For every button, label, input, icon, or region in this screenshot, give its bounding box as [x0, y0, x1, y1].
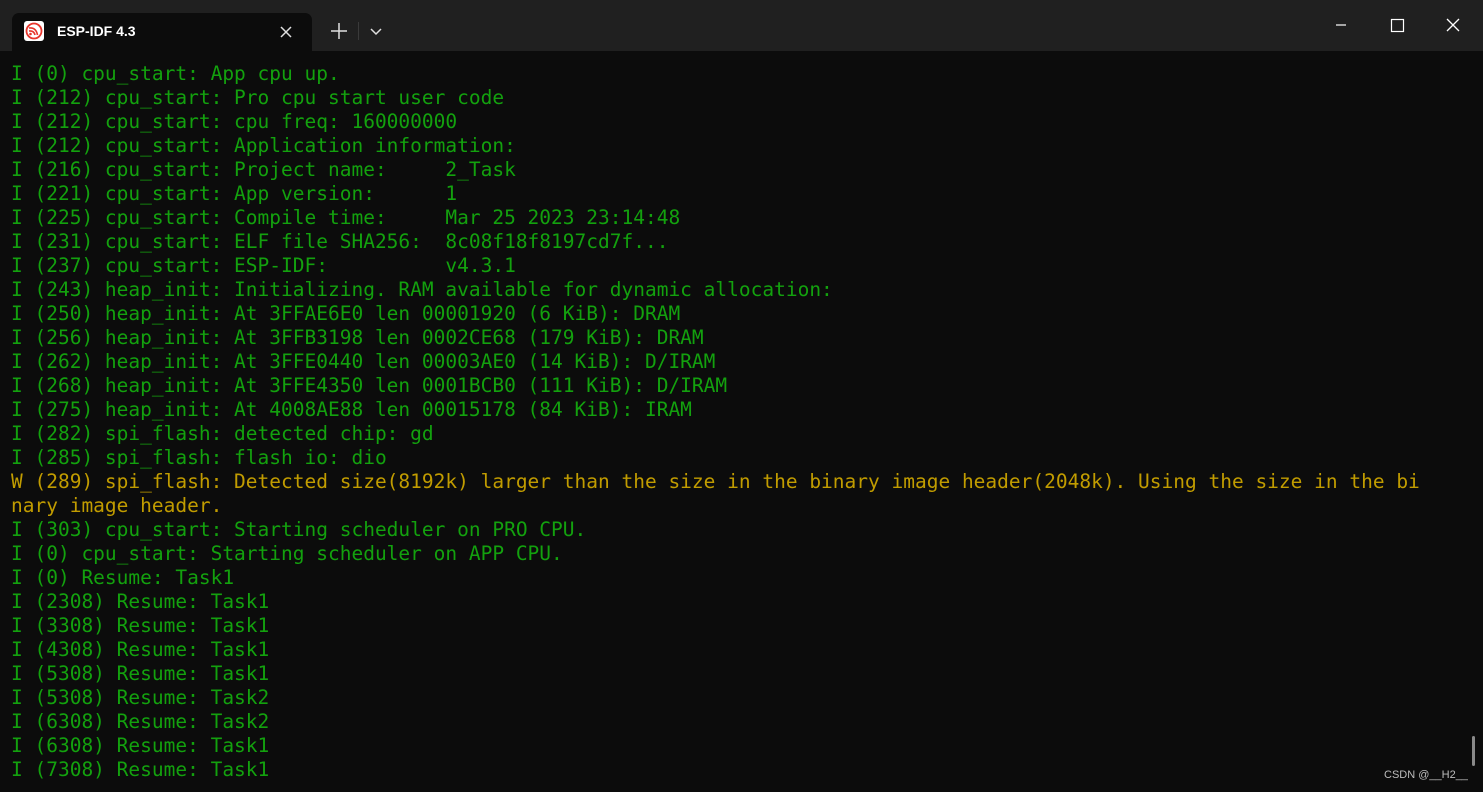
log-line: I (7308) Resume: Task1 — [11, 758, 270, 781]
title-bar[interactable]: ESP-IDF 4.3 — [0, 0, 1483, 51]
terminal-output[interactable]: I (0) cpu_start: App cpu up. I (212) cpu_… — [0, 51, 1483, 792]
plus-icon[interactable] — [326, 18, 352, 44]
log-line: I (0) cpu_start: App cpu up. — [11, 62, 340, 85]
close-tab-icon[interactable] — [275, 21, 297, 43]
log-line: I (243) heap_init: Initializing. RAM ava… — [11, 278, 833, 301]
log-line: nary image header. — [11, 494, 223, 517]
chevron-down-icon[interactable] — [364, 18, 388, 44]
log-line: I (231) cpu_start: ELF file SHA256: 8c08… — [11, 230, 669, 253]
log-lines: I (0) cpu_start: App cpu up. I (212) cpu_… — [11, 62, 1420, 782]
log-line: I (262) heap_init: At 3FFE0440 len 00003… — [11, 350, 716, 373]
terminal-window: ESP-IDF 4.3 I (0) cpu_start: App cpu up.… — [0, 0, 1483, 792]
log-line: I (225) cpu_start: Compile time: Mar 25 … — [11, 206, 681, 229]
log-line: I (237) cpu_start: ESP-IDF: v4.3.1 — [11, 254, 516, 277]
close-icon[interactable] — [1430, 4, 1476, 44]
log-line: I (216) cpu_start: Project name: 2_Task — [11, 158, 516, 181]
log-line: I (0) cpu_start: Starting scheduler on A… — [11, 542, 563, 565]
log-line: I (303) cpu_start: Starting scheduler on… — [11, 518, 587, 541]
tab-separator — [358, 22, 359, 40]
log-line: I (5308) Resume: Task1 — [11, 662, 270, 685]
log-line: I (268) heap_init: At 3FFE4350 len 0001B… — [11, 374, 728, 397]
tab-title: ESP-IDF 4.3 — [57, 23, 136, 39]
minimize-icon[interactable] — [1318, 4, 1364, 44]
log-line: I (212) cpu_start: Pro cpu start user co… — [11, 86, 505, 109]
log-line: I (282) spi_flash: detected chip: gd — [11, 422, 434, 445]
log-line: I (6308) Resume: Task1 — [11, 734, 270, 757]
log-line: I (212) cpu_start: Application informati… — [11, 134, 516, 157]
espressif-logo-icon — [24, 21, 44, 41]
log-line: I (256) heap_init: At 3FFB3198 len 0002C… — [11, 326, 704, 349]
log-line: I (212) cpu_start: cpu freq: 160000000 — [11, 110, 458, 133]
log-line: I (285) spi_flash: flash io: dio — [11, 446, 387, 469]
log-line: I (2308) Resume: Task1 — [11, 590, 270, 613]
log-line: I (6308) Resume: Task2 — [11, 710, 270, 733]
log-line: I (0) Resume: Task1 — [11, 566, 235, 589]
log-line: I (250) heap_init: At 3FFAE6E0 len 00001… — [11, 302, 681, 325]
maximize-icon[interactable] — [1374, 4, 1420, 44]
tab-esp-idf[interactable]: ESP-IDF 4.3 — [12, 13, 312, 51]
log-line: W (289) spi_flash: Detected size(8192k) … — [11, 470, 1420, 493]
log-line: I (5308) Resume: Task2 — [11, 686, 270, 709]
log-line: I (221) cpu_start: App version: 1 — [11, 182, 458, 205]
watermark: CSDN @__H2__ — [1384, 769, 1468, 781]
log-line: I (4308) Resume: Task1 — [11, 638, 270, 661]
log-line: I (275) heap_init: At 4008AE88 len 00015… — [11, 398, 692, 421]
log-line: I (3308) Resume: Task1 — [11, 614, 270, 637]
scrollbar-thumb[interactable] — [1472, 736, 1475, 766]
